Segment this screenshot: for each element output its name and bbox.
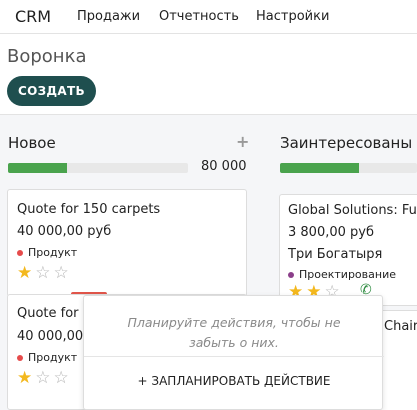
star-empty-icon[interactable]: ☆	[54, 265, 69, 282]
kanban-board: Новое + 80 000 Заинтересованы Quote for …	[0, 116, 417, 410]
tag-dot	[288, 271, 294, 278]
card-tag: Продукт	[17, 246, 77, 259]
tag-label: Проектирование	[299, 268, 396, 281]
star-filled-icon[interactable]: ★	[17, 370, 32, 387]
card-tag: Продукт	[17, 351, 77, 364]
card-amount: 3 800,00 руб	[288, 225, 374, 240]
popover-message: Планируйте действия, чтобы не забыть о н…	[127, 315, 341, 350]
control-panel: Воронка СОЗДАТЬ	[0, 34, 417, 115]
priority-stars[interactable]: ★ ☆ ☆	[17, 265, 69, 282]
column-title-new: Новое	[8, 134, 56, 152]
column-total-new: 80 000	[201, 159, 247, 174]
menu-reports[interactable]: Отчетность	[159, 9, 239, 24]
menu-settings[interactable]: Настройки	[256, 9, 329, 24]
schedule-activity-label: ЗАПЛАНИРОВАТЬ ДЕЙСТВИЕ	[151, 374, 331, 388]
tag-label: Продукт	[28, 351, 78, 364]
app-brand[interactable]: CRM	[15, 7, 51, 26]
kanban-card[interactable]: Global Solutions: Fur 3 800,00 руб Три Б…	[279, 194, 417, 306]
card-amount: 40 000,00 руб	[17, 224, 112, 239]
page-title[interactable]: Воронка	[7, 46, 86, 67]
star-empty-icon[interactable]: ☆	[35, 370, 50, 387]
card-title: Chairs	[384, 319, 417, 334]
priority-stars[interactable]: ★ ☆ ☆	[17, 370, 69, 387]
card-title: Quote for 1	[17, 306, 91, 321]
divider	[84, 356, 384, 357]
column-progress-new[interactable]	[8, 163, 188, 173]
create-button[interactable]: СОЗДАТЬ	[7, 76, 96, 106]
kanban-card[interactable]: Quote for 150 carpets 40 000,00 руб Прод…	[7, 189, 247, 297]
card-title: Global Solutions: Fur	[288, 203, 417, 218]
star-filled-icon[interactable]: ★	[17, 265, 32, 282]
column-title-qualified: Заинтересованы	[280, 134, 413, 152]
add-card-plus-icon[interactable]: +	[236, 132, 249, 151]
star-empty-icon[interactable]: ☆	[35, 265, 50, 282]
activity-popover: Планируйте действия, чтобы не забыть о н…	[83, 295, 384, 410]
card-amount: 40 000,00	[17, 329, 84, 344]
card-tag: Проектирование	[288, 268, 396, 281]
plus-icon: +	[137, 374, 148, 388]
tag-label: Продукт	[28, 246, 78, 259]
card-title: Quote for 150 carpets	[17, 202, 161, 217]
column-progress-qualified[interactable]	[280, 163, 417, 173]
card-customer: Три Богатыря	[288, 247, 383, 262]
menu-sales[interactable]: Продажи	[77, 9, 140, 24]
tag-dot	[17, 249, 23, 256]
tag-dot	[17, 354, 23, 361]
top-navbar: CRM Продажи Отчетность Настройки	[0, 0, 417, 34]
schedule-activity-button[interactable]: + ЗАПЛАНИРОВАТЬ ДЕЙСТВИЕ	[84, 374, 384, 388]
star-empty-icon[interactable]: ☆	[54, 370, 69, 387]
